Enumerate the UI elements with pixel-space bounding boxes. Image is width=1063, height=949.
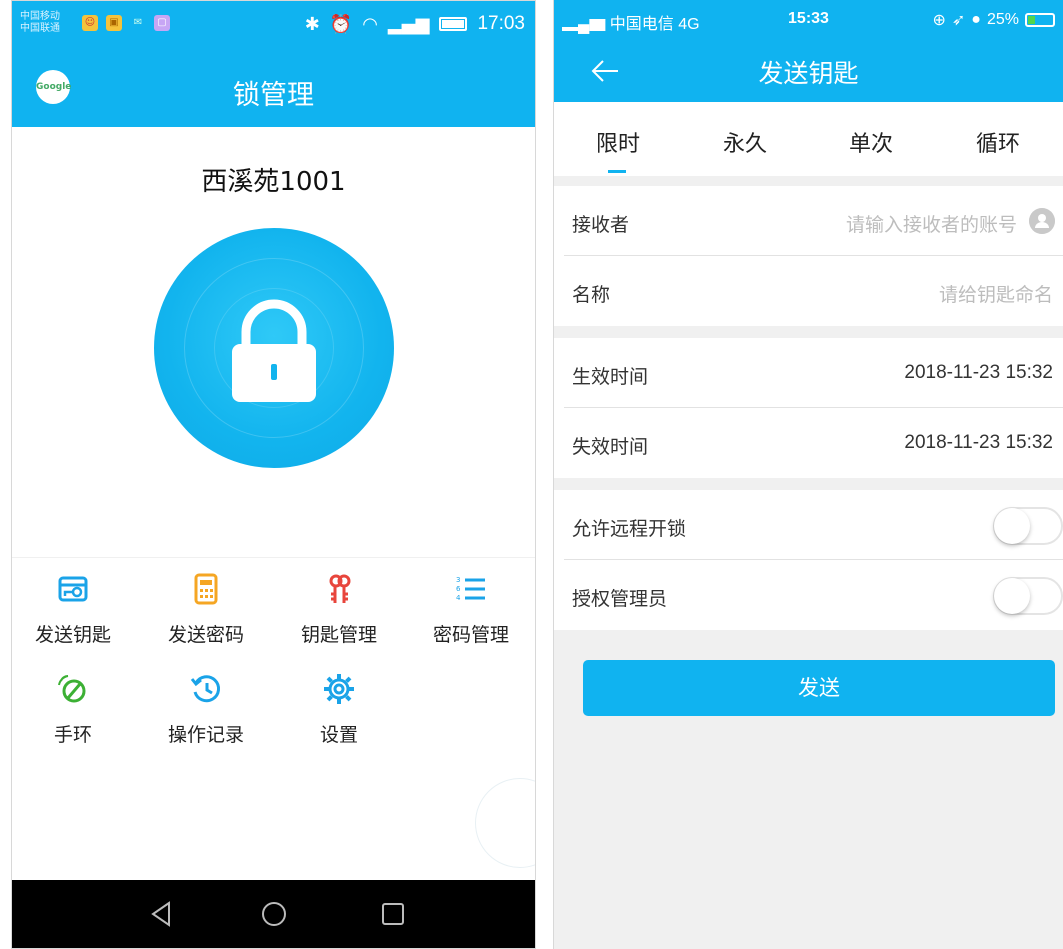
app-notification-icon: ☺ [82,15,98,31]
tile-label: 发送密码 [167,624,244,646]
tile-label: 钥匙管理 [300,624,377,646]
page-title: 发送钥匙 [758,59,859,88]
system-icons: ⊕ ➶ ● 25% [932,10,1055,30]
receiver-input[interactable]: 请输入接收者的账号 [846,210,1017,237]
screenshot-stage: 中国移动 中国联通 ☺ ▣ ✉ ▢ ✱ ⏰ ◠ ▂▄▆ 17:03 Google… [0,0,1063,949]
rotation-lock-icon: ⊕ [932,12,946,29]
header: 发送钥匙 [554,40,1063,102]
padlock-icon [232,299,316,402]
wifi-icon: ◠ [362,13,378,35]
end-time-value[interactable]: 2018-11-23 15:32 [904,432,1053,454]
receiver-label: 接收者 [572,214,630,236]
svg-text:3: 3 [456,576,460,584]
tile-settings[interactable]: 设置 [274,672,404,747]
start-time-value[interactable]: 2018-11-23 15:32 [904,362,1053,384]
tile-password-management[interactable]: 364 密码管理 [406,572,535,647]
send-key-icon [58,576,88,602]
toggle-knob [994,578,1030,614]
remote-unlock-row: 允许远程开锁 [564,490,1063,560]
admin-label: 授权管理员 [572,588,668,610]
tab-bar: 限时 永久 单次 循环 [554,102,1063,176]
name-row[interactable]: 名称 请给钥匙命名 [564,256,1063,326]
lock-name: 西溪苑1001 [201,167,346,197]
tab-limited-time[interactable]: 限时 [578,126,658,173]
app-notification-icon: ✉ [133,17,143,28]
permission-group: 允许远程开锁 授权管理员 [554,490,1063,630]
tile-label: 手环 [53,724,92,746]
carrier-1: 中国移动 [20,11,60,22]
recipient-group: 接收者 请输入接收者的账号 名称 请给钥匙命名 [554,186,1063,326]
keys-icon [329,574,351,603]
recents-square-icon[interactable] [378,899,408,929]
admin-toggle[interactable] [993,577,1063,615]
tile-operation-log[interactable]: 操作记录 [141,672,271,747]
start-time-row[interactable]: 生效时间 2018-11-23 15:32 [564,338,1063,408]
system-icons: ✱ ⏰ ◠ ▂▄▆ 17:03 [305,13,525,35]
tab-label: 限时 [595,132,640,157]
status-time: 17:03 [477,13,525,34]
tile-send-key[interactable]: 发送钥匙 [12,572,138,647]
carrier-labels: 中国移动 中国联通 [20,11,60,35]
unlock-button[interactable] [154,228,394,468]
tile-bracelet[interactable]: 手环 [12,672,138,747]
gear-icon [324,674,354,704]
end-time-row[interactable]: 失效时间 2018-11-23 15:32 [564,408,1063,478]
lock-management-screen: 中国移动 中国联通 ☺ ▣ ✉ ▢ ✱ ⏰ ◠ ▂▄▆ 17:03 Google… [11,0,536,949]
name-label: 名称 [572,284,611,306]
function-grid: 发送钥匙 发送密码 钥匙管理 3 6 4 密码管理 手环 操作记录 设置 [12,557,535,797]
calculator-icon [194,573,218,605]
admin-row: 授权管理员 [564,560,1063,630]
android-nav-bar [12,880,535,948]
name-input[interactable]: 请给钥匙命名 [939,280,1053,307]
carrier-2: 中国联通 [20,23,60,34]
svg-text:4: 4 [456,594,461,602]
remote-unlock-label: 允许远程开锁 [572,518,687,540]
alarm-icon: ● [971,11,981,28]
bluetooth-icon: ✱ [304,13,320,35]
tab-single-use[interactable]: 单次 [831,126,911,158]
tile-key-management[interactable]: 钥匙管理 [274,572,404,647]
page-title: 锁管理 [233,80,314,111]
tile-label: 发送钥匙 [34,624,111,646]
tile-label: 操作记录 [167,724,244,746]
receiver-row[interactable]: 接收者 请输入接收者的账号 [564,186,1063,256]
time-group: 生效时间 2018-11-23 15:32 失效时间 2018-11-23 15… [554,338,1063,478]
tile-label: 密码管理 [432,624,509,646]
tile-label: 设置 [319,724,358,746]
toggle-knob [994,508,1030,544]
numbered-list-icon: 364 [456,576,485,602]
remote-unlock-toggle[interactable] [993,507,1063,545]
home-circle-icon[interactable] [259,899,289,929]
end-time-label: 失效时间 [572,436,649,458]
header: Google 锁管理 [12,53,535,127]
tile-send-password[interactable]: 发送密码 [141,572,271,647]
status-bar: ▂▄▆ 中国电信 4G 15:33 ⊕ ➶ ● 25% [554,0,1063,40]
location-icon: ➶ [951,12,966,29]
tab-label: 永久 [722,132,767,157]
history-icon [190,675,221,703]
svg-text:6: 6 [456,585,461,593]
active-tab-indicator [608,170,626,173]
tab-label: 循环 [975,132,1020,157]
battery-percent: 25% [986,11,1019,28]
back-triangle-icon[interactable] [147,899,177,929]
app-notification-icon: ▣ [106,15,122,31]
battery-icon [1025,13,1055,27]
notification-icons: ☺ ▣ ✉ ▢ [82,15,170,31]
battery-icon [439,17,468,31]
status-bar: 中国移动 中国联通 ☺ ▣ ✉ ▢ ✱ ⏰ ◠ ▂▄▆ 17:03 [12,1,535,53]
tab-recurring[interactable]: 循环 [958,126,1038,158]
alarm-icon: ⏰ [329,13,353,35]
tab-label: 单次 [848,132,893,157]
bracelet-icon [58,675,86,703]
signal-icon: ▂▄▆ [387,13,430,35]
tab-permanent[interactable]: 永久 [705,126,785,158]
send-button[interactable]: 发送 [583,660,1055,716]
start-time-label: 生效时间 [572,366,649,388]
send-key-screen: ▂▄▆ 中国电信 4G 15:33 ⊕ ➶ ● 25% 发送钥匙 限时 永久 单… [553,0,1063,949]
app-notification-icon: ▢ [154,15,170,31]
contact-icon[interactable] [1029,208,1055,234]
